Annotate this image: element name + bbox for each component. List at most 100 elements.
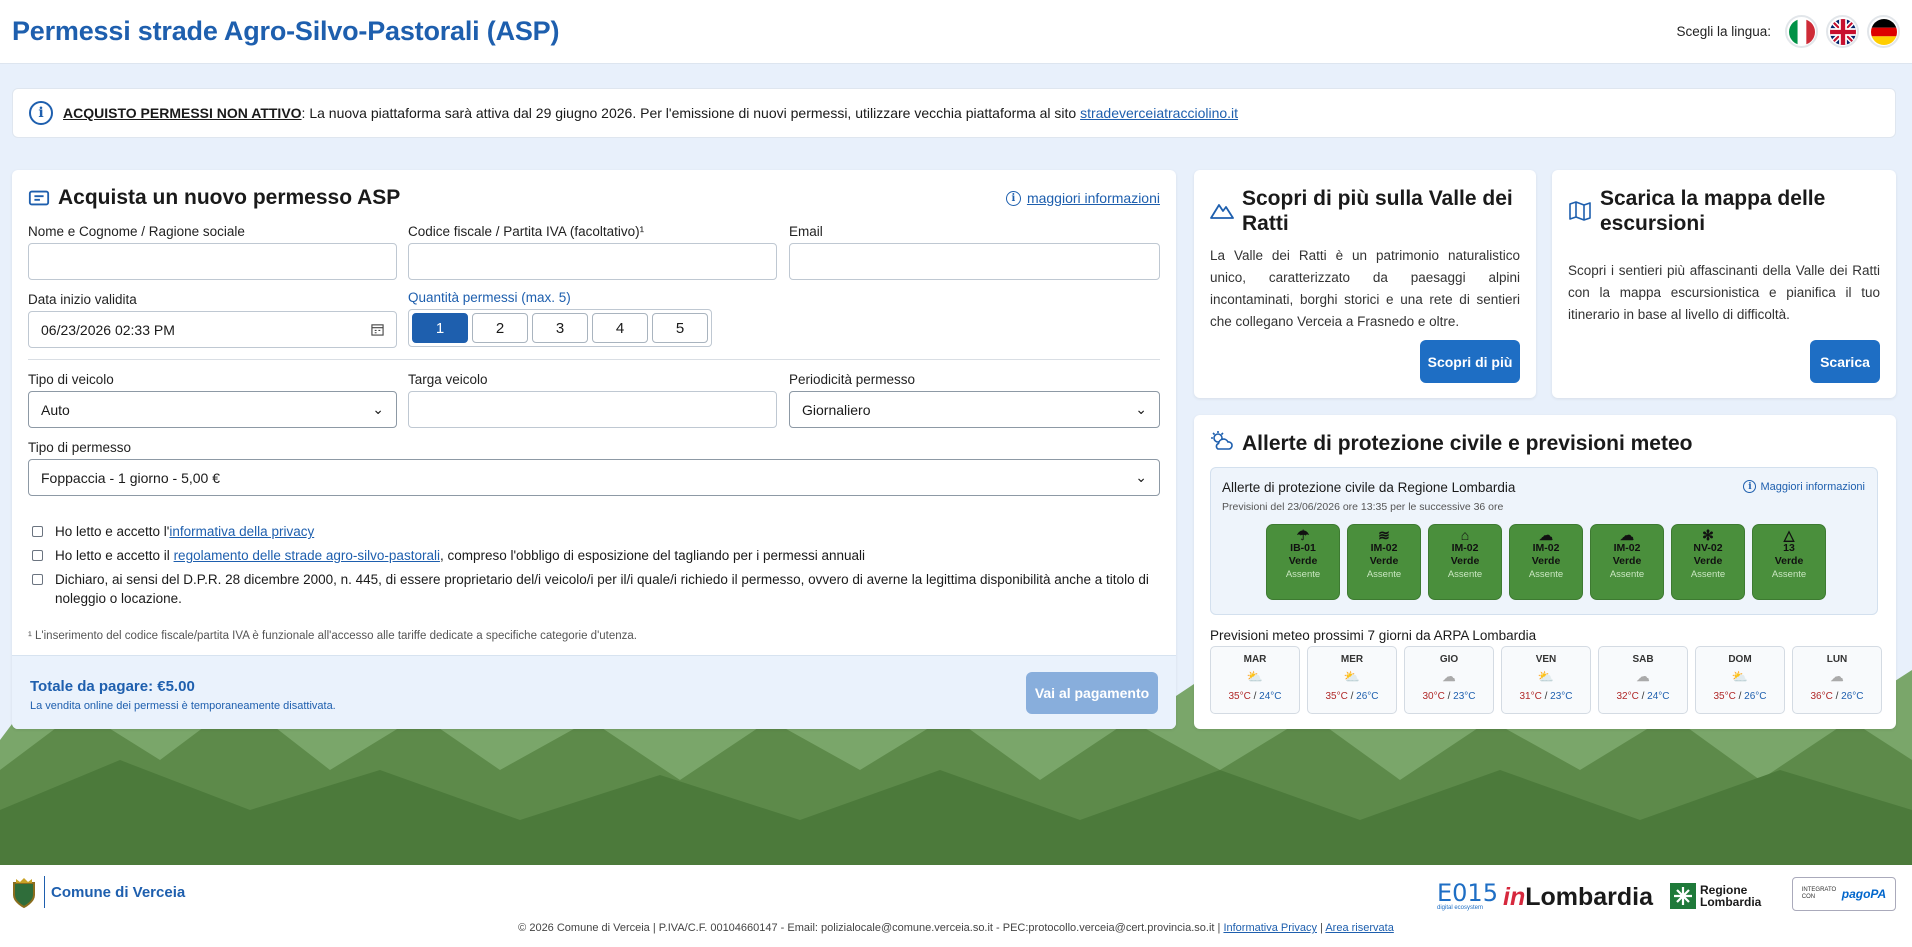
page-title: Permessi strade Agro-Silvo-Pastorali (AS… xyxy=(12,16,560,46)
alert-badge[interactable]: ☁ IM-02 Verde Assente xyxy=(1509,524,1583,600)
calendar-icon[interactable] xyxy=(371,323,384,336)
download-button[interactable]: Scarica xyxy=(1810,340,1880,383)
map-icon xyxy=(1569,201,1591,221)
period-label: Periodicità permesso xyxy=(789,372,916,387)
privacy-link[interactable]: informativa della privacy xyxy=(169,524,314,539)
snow-icon: ✻ xyxy=(1702,527,1714,543)
uk-flag-icon[interactable] xyxy=(1826,15,1859,48)
weather-icon xyxy=(1211,431,1233,450)
permit-type-group: Tipo di permesso Foppaccia - 1 giorno - … xyxy=(28,440,1160,496)
cloud-icon: ☁ xyxy=(1830,669,1844,684)
alert-badge[interactable]: ≋ IM-02 Verde Assente xyxy=(1347,524,1421,600)
name-input[interactable] xyxy=(28,243,397,280)
info-circle-icon: i xyxy=(1743,480,1757,493)
forecast-day: MAR ⛅ 35°C / 24°C xyxy=(1210,646,1300,714)
vehicle-value: Auto xyxy=(41,401,70,418)
reserved-area-link[interactable]: Area riservata xyxy=(1325,922,1393,934)
permit-form-card: Acquista un nuovo permesso ASP i maggiori… xyxy=(12,170,1176,729)
quantity-group: Quantità permessi (max. 5) 1 2 3 4 5 xyxy=(408,290,712,347)
privacy-checkbox[interactable] xyxy=(32,526,43,537)
form-header: Acquista un nuovo permesso ASP xyxy=(28,186,400,210)
dpr-checkbox[interactable] xyxy=(32,574,43,585)
info-icon: i xyxy=(29,101,53,125)
flood-icon: ≋ xyxy=(1378,527,1390,543)
coat-of-arms-icon xyxy=(13,878,35,909)
alerts-more-text[interactable]: Maggiori informazioni xyxy=(1760,481,1865,493)
old-platform-link[interactable]: stradeverceiatracciolino.it xyxy=(1080,105,1238,121)
date-field-group: Data inizio validita 06/23/2026 02:33 PM xyxy=(28,292,397,348)
notice-banner: i ACQUISTO PERMESSI NON ATTIVO : La nuov… xyxy=(12,88,1896,138)
vehicle-select[interactable]: Auto ⌄ xyxy=(28,391,397,428)
german-flag-icon[interactable] xyxy=(1867,15,1900,48)
period-select[interactable]: Giornaliero ⌄ xyxy=(789,391,1160,428)
form-title: Acquista un nuovo permesso ASP xyxy=(58,186,401,209)
more-info-text[interactable]: maggiori informazioni xyxy=(1027,190,1160,206)
permit-type-select[interactable]: Foppaccia - 1 giorno - 5,00 € ⌄ xyxy=(28,459,1160,496)
divider xyxy=(28,359,1160,360)
language-selector: Scegli la lingua: xyxy=(1676,15,1900,48)
alert-badge[interactable]: ⌂ IM-02 Verde Assente xyxy=(1428,524,1502,600)
sun-cloud-icon: ⛅ xyxy=(1246,669,1264,684)
forecast-day: GIO ☁ 30°C / 23°C xyxy=(1404,646,1494,714)
copyright-line: © 2026 Comune di Verceia | P.IVA/C.F. 00… xyxy=(518,922,1394,934)
vehicle-label: Tipo di veicolo xyxy=(28,372,114,387)
wind-icon: ☁ xyxy=(1620,527,1634,543)
regione-icon xyxy=(1670,883,1696,909)
footnote: ¹ L'inserimento del codice fiscale/parti… xyxy=(28,630,637,642)
rules-checkbox[interactable] xyxy=(32,550,43,561)
payment-bar: Totale da pagare: €5.00 La vendita onlin… xyxy=(12,655,1176,729)
qty-option-5[interactable]: 5 xyxy=(652,313,708,343)
forecast-day: DOM ⛅ 35°C / 26°C xyxy=(1695,646,1785,714)
notice-text: : La nuova piattaforma sarà attiva dal 2… xyxy=(301,105,1081,121)
qty-option-4[interactable]: 4 xyxy=(592,313,648,343)
sun-cloud-icon: ⛅ xyxy=(1537,669,1555,684)
dpr-text: Dichiaro, ai sensi del D.P.R. 28 dicembr… xyxy=(55,572,1149,606)
map-title: Scarica la mappa delle escursioni xyxy=(1600,187,1826,235)
alerts-box-subtitle: Previsioni del 23/06/2026 ore 13:35 per … xyxy=(1222,501,1504,513)
forecast-title: Previsioni meteo prossimi 7 giorni da AR… xyxy=(1210,628,1537,643)
alert-badge[interactable]: ☁ IM-02 Verde Assente xyxy=(1590,524,1664,600)
alerts-card: Allerte di protezione civile e prevision… xyxy=(1194,415,1896,729)
alerts-box-title: Allerte di protezione civile da Regione … xyxy=(1222,480,1516,495)
rules-link[interactable]: regolamento delle strade agro-silvo-past… xyxy=(174,548,440,563)
municipality-brand[interactable]: Comune di Verceia xyxy=(10,875,185,909)
chevron-down-icon: ⌄ xyxy=(1135,469,1147,485)
sun-cloud-icon: ⛅ xyxy=(1731,669,1749,684)
mountain-icon xyxy=(1210,204,1234,219)
cf-input[interactable] xyxy=(408,243,777,280)
alert-badge[interactable]: ✻ NV-02 Verde Assente xyxy=(1671,524,1745,600)
more-info-link[interactable]: i maggiori informazioni xyxy=(1005,190,1160,206)
discover-button[interactable]: Scopri di più xyxy=(1420,340,1520,383)
qty-option-3[interactable]: 3 xyxy=(532,313,588,343)
email-field-group: Email xyxy=(789,224,1160,280)
qty-option-1[interactable]: 1 xyxy=(412,313,468,343)
map-card: Scarica la mappa delle escursioni Scopri… xyxy=(1552,170,1896,398)
pay-button[interactable]: Vai al pagamento xyxy=(1026,672,1158,714)
alerts-more-link[interactable]: i Maggiori informazioni xyxy=(1743,480,1865,493)
forecast-day: SAB ☁ 32°C / 24°C xyxy=(1598,646,1688,714)
email-input[interactable] xyxy=(789,243,1160,280)
ticket-icon xyxy=(28,190,50,206)
storm-icon: ☁ xyxy=(1539,527,1553,543)
info-circle-icon: i xyxy=(1005,190,1021,206)
chevron-down-icon: ⌄ xyxy=(1135,401,1147,417)
rules-checkbox-row: Ho letto e accetto il regolamento delle … xyxy=(32,546,1162,565)
footer-privacy-link[interactable]: Informativa Privacy xyxy=(1223,922,1317,934)
notice-bold: ACQUISTO PERMESSI NON ATTIVO xyxy=(63,105,302,121)
italian-flag-icon[interactable] xyxy=(1785,15,1818,48)
alert-badge[interactable]: △ 13 Verde Assente xyxy=(1752,524,1826,600)
total-amount: Totale da pagare: €5.00 xyxy=(30,678,195,695)
copyright-text: © 2026 Comune di Verceia | P.IVA/C.F. 00… xyxy=(518,922,1224,934)
plate-input[interactable] xyxy=(408,391,777,428)
date-input[interactable]: 06/23/2026 02:33 PM xyxy=(28,311,397,348)
top-bar: Permessi strade Agro-Silvo-Pastorali (AS… xyxy=(0,0,1912,64)
chevron-down-icon: ⌄ xyxy=(372,401,384,417)
plate-field-group: Targa veicolo xyxy=(408,372,777,428)
footer: Comune di Verceia E015 digital ecosystem… xyxy=(0,865,1912,947)
municipality-name: Comune di Verceia xyxy=(51,883,186,901)
date-label: Data inizio validita xyxy=(28,292,137,307)
alert-badge[interactable]: ☂ IB-01 Verde Assente xyxy=(1266,524,1340,600)
privacy-checkbox-row: Ho letto e accetto l'informativa della p… xyxy=(32,522,1162,541)
rules-text-post: , compreso l'obbligo di esposizione del … xyxy=(439,548,866,563)
qty-option-2[interactable]: 2 xyxy=(472,313,528,343)
